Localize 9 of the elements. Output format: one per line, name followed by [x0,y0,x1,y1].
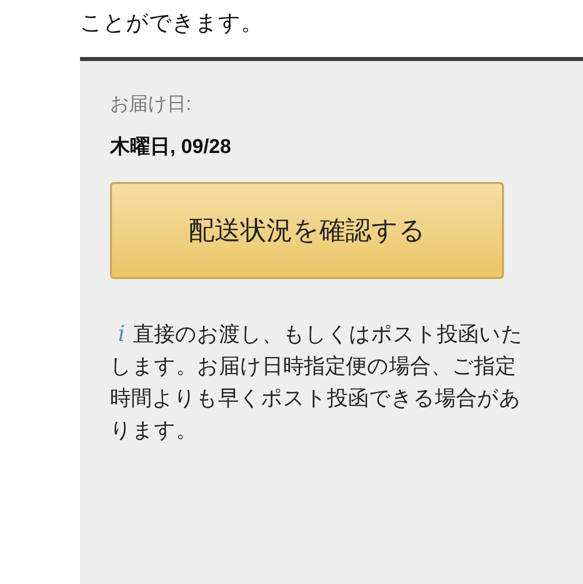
note-text-line: 時間よりも早くポスト投函できる場合があ [110,386,521,412]
delivery-label: お届け日: [110,93,192,117]
note-text-line: 直接のお渡し、もしくはポスト投函いた [133,322,524,348]
info-icon: i [118,318,126,350]
note-text-line: ります。 [110,418,197,444]
delivery-date: 木曜日, 09/28 [110,134,232,160]
intro-text: ことができます。 [80,10,263,35]
note-text-line: します。お届け日時指定便の場合、ご指定 [110,354,516,380]
track-package-button[interactable]: 配送状況を確認する [110,182,504,278]
